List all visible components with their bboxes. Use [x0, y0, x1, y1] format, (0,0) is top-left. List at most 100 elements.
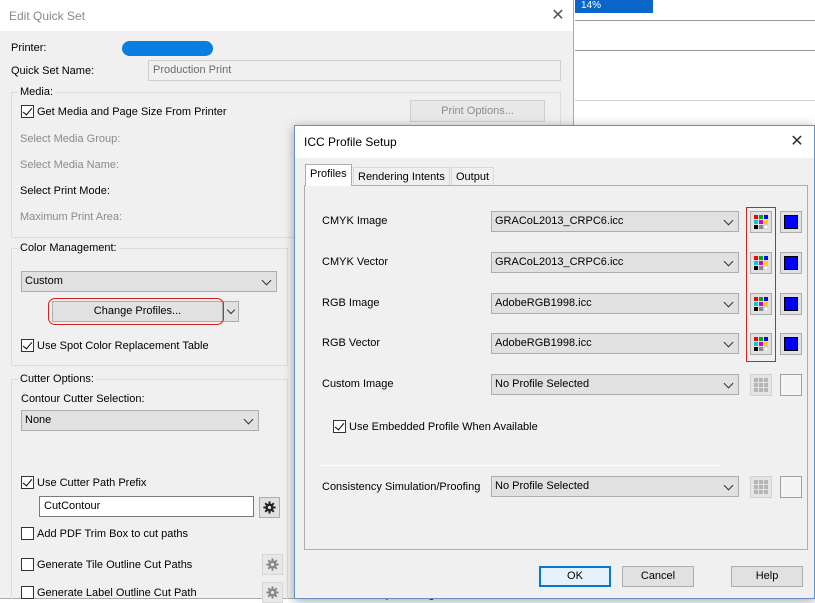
tab-output[interactable]: Output — [451, 167, 495, 186]
custom-image-profile-dropdown[interactable]: No Profile Selected — [491, 374, 739, 395]
gear-icon — [263, 501, 276, 514]
chevron-down-icon — [723, 480, 734, 491]
quick-set-name-label: Quick Set Name: — [11, 65, 95, 77]
close-icon[interactable]: ✕ — [787, 132, 807, 152]
profiles-tab-panel: CMYK Image GRACoL2013_CRPC6.icc CMYK Vec… — [304, 185, 808, 550]
dialog-title: Edit Quick Set — [9, 9, 86, 23]
title-bar: Edit Quick Set ✕ — [0, 0, 573, 31]
cmyk-image-profile-dropdown[interactable]: GRACoL2013_CRPC6.icc — [491, 211, 739, 232]
blue-swatch — [784, 215, 798, 229]
rgb-image-profile-value: AdobeRGB1998.icc — [495, 297, 592, 309]
separator — [321, 465, 719, 466]
pdf-trim-box-checkbox[interactable] — [21, 527, 34, 540]
tile-outline-settings-button[interactable] — [262, 554, 283, 575]
label-outline-checkbox[interactable] — [21, 586, 34, 599]
color-management-dropdown[interactable]: Custom — [21, 271, 277, 292]
media-group-title: Media: — [18, 86, 56, 98]
blue-swatch — [784, 337, 798, 351]
chevron-down-icon — [226, 305, 236, 315]
rgb-vector-label: RGB Vector — [322, 337, 381, 349]
cutter-path-prefix-label: Use Cutter Path Prefix — [37, 477, 147, 489]
close-icon[interactable]: ✕ — [548, 6, 568, 26]
consistency-label: Consistency Simulation/Proofing — [322, 481, 481, 493]
highlight-outline — [746, 207, 776, 362]
embedded-profile-checkbox[interactable] — [333, 420, 346, 433]
label-outline-label: Generate Label Outline Cut Path — [37, 587, 197, 599]
chevron-down-icon — [723, 337, 734, 348]
progress-bar: 14% — [575, 0, 653, 13]
consistency-grid-button[interactable] — [750, 476, 772, 498]
divider — [575, 50, 815, 51]
select-media-group-label: Select Media Group: — [20, 133, 121, 145]
cmyk-vector-color-swatch[interactable] — [780, 252, 802, 274]
spot-color-checkbox[interactable] — [21, 339, 34, 352]
dialog-title: ICC Profile Setup — [304, 135, 397, 149]
tab-rendering-intents[interactable]: Rendering Intents — [353, 167, 450, 186]
rgb-vector-profile-value: AdobeRGB1998.icc — [495, 337, 592, 349]
cmyk-vector-profile-value: GRACoL2013_CRPC6.icc — [495, 256, 624, 268]
cmyk-image-label: CMYK Image — [322, 215, 388, 227]
blue-swatch — [784, 297, 798, 311]
icc-profile-setup-dialog: ICC Profile Setup ✕ Profiles Rendering I… — [294, 125, 815, 599]
chevron-down-icon — [723, 256, 734, 267]
pdf-trim-box-label: Add PDF Trim Box to cut paths — [37, 528, 189, 540]
color-management-value: Custom — [25, 275, 63, 287]
custom-image-grid-button[interactable] — [750, 374, 772, 396]
rgb-vector-profile-dropdown[interactable]: AdobeRGB1998.icc — [491, 333, 739, 354]
gear-icon — [266, 586, 279, 599]
cmyk-image-color-swatch[interactable] — [780, 211, 802, 233]
maximum-print-area-label: Maximum Print Area: — [20, 211, 123, 223]
cutter-path-prefix-checkbox[interactable] — [21, 476, 34, 489]
color-grid-icon — [754, 480, 768, 494]
consistency-profile-value: No Profile Selected — [495, 480, 590, 492]
cutter-options-title: Cutter Options: — [18, 373, 96, 385]
chevron-down-icon — [723, 215, 734, 226]
help-button[interactable]: Help — [731, 566, 803, 587]
printer-label: Printer: — [11, 42, 47, 54]
printer-value-redacted — [122, 41, 213, 56]
get-media-checkbox[interactable] — [21, 105, 34, 118]
chevron-down-icon — [261, 275, 272, 286]
cmyk-image-profile-value: GRACoL2013_CRPC6.icc — [495, 215, 624, 227]
rgb-vector-color-swatch[interactable] — [780, 333, 802, 355]
contour-cutter-dropdown[interactable]: None — [21, 410, 259, 431]
chevron-down-icon — [723, 297, 734, 308]
custom-image-profile-value: No Profile Selected — [495, 378, 590, 390]
rgb-image-label: RGB Image — [322, 297, 380, 309]
highlight-outline — [48, 298, 224, 325]
consistency-profile-dropdown[interactable]: No Profile Selected — [491, 476, 739, 497]
rgb-image-color-swatch[interactable] — [780, 293, 802, 315]
divider — [575, 20, 815, 21]
divider — [575, 100, 815, 101]
label-outline-settings-button[interactable] — [262, 582, 283, 603]
tab-profiles[interactable]: Profiles — [305, 164, 352, 186]
cmyk-vector-profile-dropdown[interactable]: GRACoL2013_CRPC6.icc — [491, 252, 739, 273]
embedded-profile-label: Use Embedded Profile When Available — [349, 421, 538, 433]
ok-button[interactable]: OK — [539, 566, 611, 587]
gear-icon — [266, 558, 279, 571]
quick-set-name-field[interactable]: Production Print — [148, 60, 561, 81]
cutter-settings-button[interactable] — [259, 497, 280, 518]
custom-image-label: Custom Image — [322, 378, 394, 390]
cancel-button[interactable]: Cancel — [622, 566, 694, 587]
select-print-mode-label: Select Print Mode: — [20, 185, 110, 197]
tile-outline-checkbox[interactable] — [21, 558, 34, 571]
tile-outline-label: Generate Tile Outline Cut Paths — [37, 559, 193, 571]
cutter-path-prefix-field[interactable]: CutContour — [39, 496, 254, 517]
print-options-button[interactable]: Print Options... — [410, 100, 545, 122]
blue-swatch — [784, 256, 798, 270]
chevron-down-icon — [723, 378, 734, 389]
contour-cutter-value: None — [25, 414, 52, 426]
progress-label: 14% — [581, 0, 602, 11]
select-media-name-label: Select Media Name: — [20, 159, 120, 171]
color-grid-icon — [754, 378, 768, 392]
change-profiles-menu-button[interactable] — [223, 301, 239, 322]
contour-cutter-label: Contour Cutter Selection: — [21, 393, 145, 405]
consistency-color-swatch[interactable] — [780, 476, 802, 498]
custom-image-color-swatch[interactable] — [780, 374, 802, 396]
color-management-title: Color Management: — [18, 242, 119, 254]
cmyk-vector-label: CMYK Vector — [322, 256, 389, 268]
spot-color-label: Use Spot Color Replacement Table — [37, 340, 209, 352]
rgb-image-profile-dropdown[interactable]: AdobeRGB1998.icc — [491, 293, 739, 314]
get-media-label: Get Media and Page Size From Printer — [37, 106, 227, 118]
